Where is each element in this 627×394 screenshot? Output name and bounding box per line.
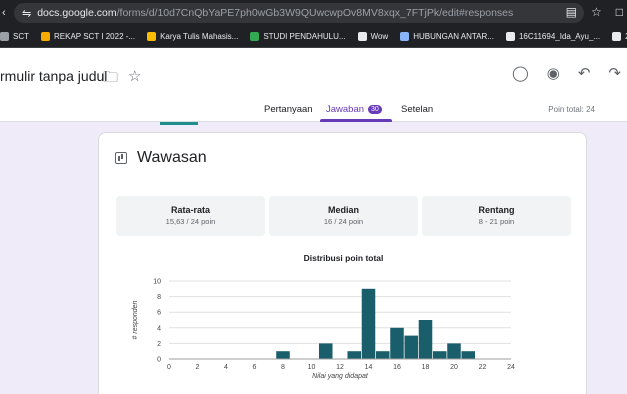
x-tick-label: 22 [479, 364, 487, 371]
bookmark-label: Karya Tulis Mahasis... [160, 32, 239, 41]
bookmark-label: 16C11694_Ida_Ayu_... [518, 32, 601, 41]
tab-responses[interactable]: Jawaban 30 [326, 104, 382, 115]
bookmarks-bar: SCT REKAP SCT I 2022 -... Karya Tulis Maha… [0, 26, 627, 48]
x-tick-label: 0 [167, 364, 171, 371]
translate-icon[interactable]: ▤ [566, 5, 577, 19]
bookmark-favicon-icon [357, 32, 367, 41]
chart-bar [318, 343, 333, 359]
x-tick-label: 16 [393, 364, 401, 371]
undo-icon[interactable]: ↶ [578, 64, 591, 82]
extensions-icon[interactable]: □ [616, 5, 623, 19]
chart-bar [461, 351, 476, 359]
x-tick-label: 6 [253, 364, 257, 371]
stat-median-value: 16 / 24 poin [323, 217, 364, 226]
chart-bar [432, 351, 447, 359]
y-tick-label: 6 [157, 310, 161, 317]
x-tick-label: 8 [281, 364, 285, 371]
chart-bar [375, 351, 390, 359]
chart-bar [404, 335, 419, 359]
y-tick-label: 2 [157, 341, 161, 348]
chart-bar [447, 343, 461, 359]
tab-responses-label: Jawaban [326, 104, 365, 115]
stat-mean: Rata-rata 15,63 / 24 poin [116, 196, 265, 236]
x-axis-label: Nilai yang didapat [312, 373, 369, 380]
bookmark-label: Wow [370, 32, 389, 41]
site-info-icon[interactable]: ⇋ [22, 7, 31, 20]
x-tick-label: 14 [365, 364, 373, 371]
redo-icon[interactable]: ↷ [608, 64, 621, 82]
tab-questions[interactable]: Pertanyaan [264, 104, 313, 115]
chart-title: Distribusi poin total [303, 253, 384, 263]
x-tick-label: 10 [308, 364, 316, 371]
stat-range: Rentang 8 - 21 poin [422, 196, 571, 236]
bookmark-favicon-icon [0, 32, 9, 41]
x-tick-label: 4 [224, 364, 228, 371]
url-domain: docs.google.com [37, 7, 117, 19]
bookmark-item[interactable]: STUDI PENDAHULU... [250, 32, 346, 41]
y-tick-label: 0 [157, 357, 161, 364]
bookmark-item[interactable]: 291-Article Text-1... [612, 32, 627, 41]
x-tick-label: 18 [422, 364, 430, 371]
bookmark-item[interactable]: Karya Tulis Mahasis... [147, 32, 238, 41]
x-tick-label: 12 [336, 364, 344, 371]
insights-card: Wawasan Rata-rata 15,63 / 24 poin Median… [98, 132, 587, 394]
active-tab-indicator [320, 119, 392, 122]
bookmark-item[interactable]: REKAP SCT I 2022 -... [41, 32, 135, 41]
total-points: Poin total: 24 [548, 105, 595, 114]
points-distribution-chart: 02468100 2 4 6 8 10 12 14 16 18 20 22 24Nilai yang d… [132, 279, 515, 381]
stat-mean-value: 15,63 / 24 poin [165, 217, 216, 226]
bookmark-label: SCT [13, 32, 29, 41]
browser-address-bar: ‹ ⇋ docs.google.com/forms/d/10d7CnQbYaPE… [0, 0, 627, 26]
stat-mean-label: Rata-rata [170, 205, 210, 215]
chart-bar [390, 327, 404, 359]
bookmark-favicon-icon [505, 32, 515, 41]
bookmark-star-icon[interactable]: ☆ [591, 5, 602, 19]
bookmark-label: STUDI PENDAHULU... [263, 32, 346, 41]
x-tick-label: 24 [507, 364, 515, 371]
stats-row: Rata-rata 15,63 / 24 poin Median 16 / 24… [116, 196, 571, 236]
preview-eye-icon[interactable]: ◉ [547, 64, 560, 82]
bookmark-favicon-icon [250, 32, 260, 41]
bookmark-label: HUBUNGAN ANTAR... [413, 32, 494, 41]
tab-settings[interactable]: Setelan [401, 104, 433, 115]
url-field[interactable]: ⇋ docs.google.com/forms/d/10d7CnQbYaPE7p… [14, 3, 584, 23]
x-tick-label: 2 [196, 364, 200, 371]
y-tick-label: 10 [153, 279, 161, 286]
tabs-bar: Pertanyaan Jawaban 30 Setelan Poin total:… [0, 100, 627, 122]
chart-bar [418, 320, 433, 359]
forms-header: rmulir tanpa judul 🗀 ☆ ◯ ◉ ↶ ↷ [0, 48, 627, 100]
bookmark-favicon-icon [612, 32, 622, 41]
y-axis-label: # responden [132, 300, 139, 339]
bookmark-item[interactable]: 16C11694_Ida_Ayu_... [505, 32, 601, 41]
section-accent [160, 122, 198, 125]
stat-range-value: 8 - 21 poin [478, 217, 515, 226]
y-tick-label: 4 [157, 325, 161, 332]
insights-heading: Wawasan [137, 149, 207, 166]
bookmark-label: REKAP SCT I 2022 -... [54, 32, 136, 41]
stat-range-label: Rentang [478, 205, 515, 215]
y-tick-label: 8 [157, 294, 161, 301]
chart-bar [361, 288, 376, 359]
bookmark-favicon-icon [41, 32, 50, 41]
form-title[interactable]: rmulir tanpa judul [0, 68, 107, 84]
responses-count-badge: 30 [368, 104, 382, 114]
stat-median-label: Median [327, 205, 359, 215]
palette-icon[interactable]: ◯ [512, 64, 529, 82]
chart-bar [347, 351, 362, 359]
bookmark-item[interactable]: Wow [357, 32, 389, 41]
bookmark-favicon-icon [400, 32, 410, 41]
bookmark-favicon-icon [147, 32, 157, 41]
star-icon[interactable]: ☆ [128, 67, 141, 92]
x-tick-label: 20 [450, 364, 458, 371]
bookmark-item[interactable]: SCT [0, 32, 29, 41]
insights-chart-icon [115, 152, 127, 164]
stat-median: Median 16 / 24 poin [269, 196, 418, 236]
chart-bar [276, 351, 290, 359]
url-path: /forms/d/10d7CnQbYaPE7ph0wGb3W9QUwcwpOv8… [116, 7, 514, 19]
folder-icon[interactable]: 🗀 [103, 67, 118, 92]
bookmark-item[interactable]: HUBUNGAN ANTAR... [400, 32, 494, 41]
